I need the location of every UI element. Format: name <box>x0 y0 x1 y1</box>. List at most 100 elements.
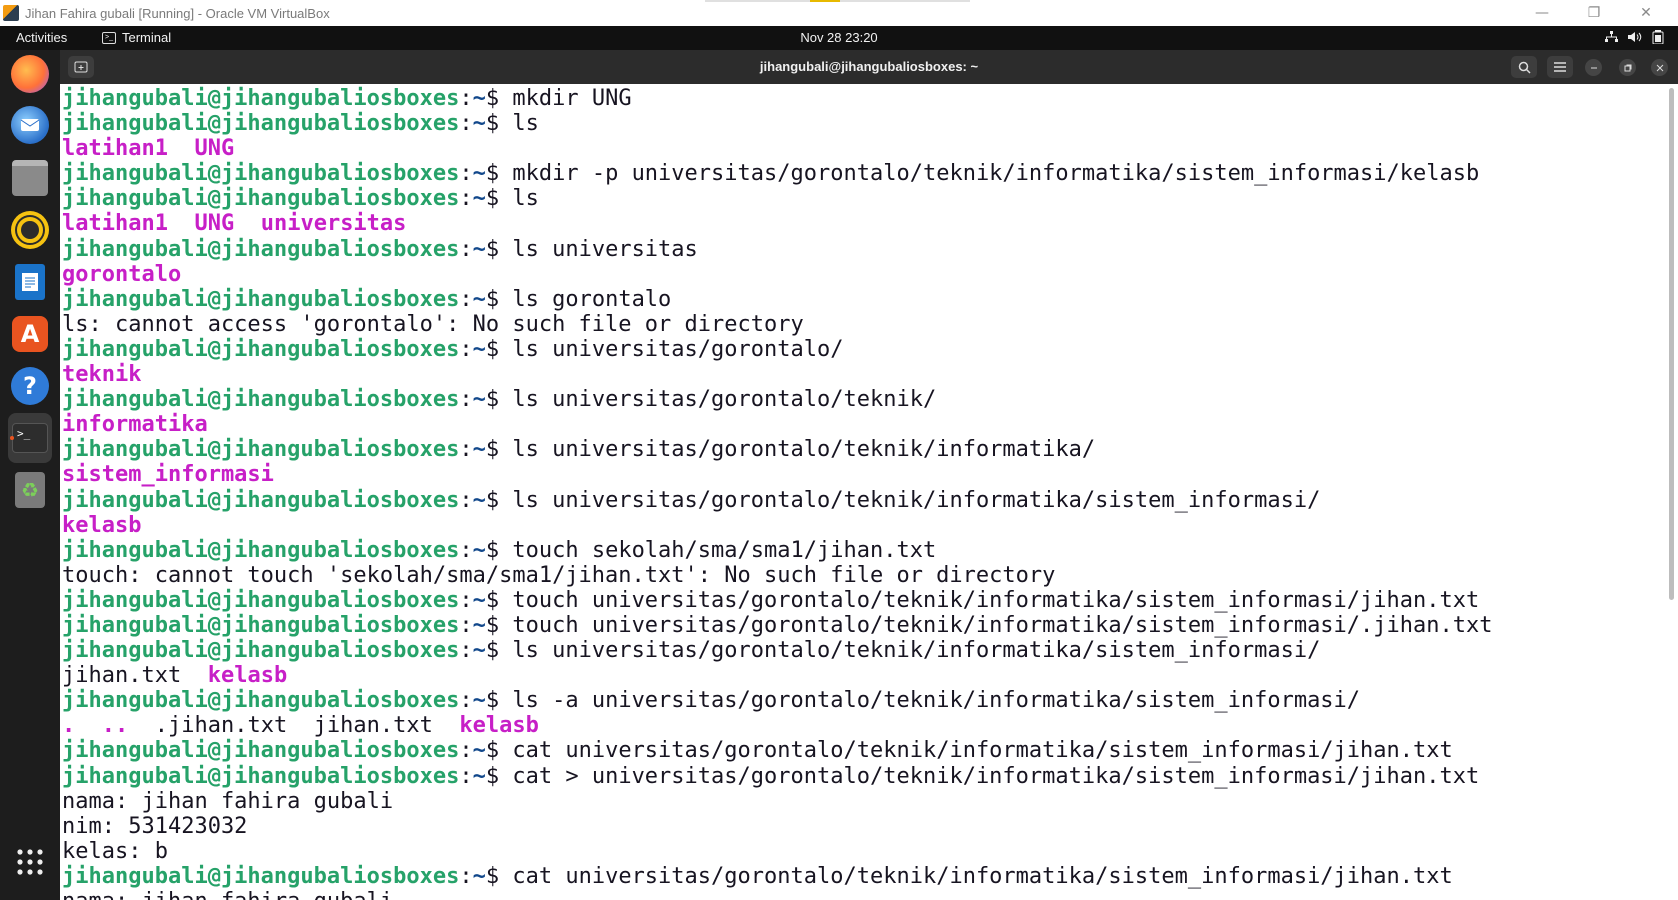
directory-entry: UNG <box>194 211 235 237</box>
directory-entry: informatika <box>62 412 208 438</box>
output-text: nama: jihan fahira gubali <box>62 889 393 900</box>
prompt-symbol: $ <box>485 186 513 212</box>
dock-help[interactable]: ? <box>8 364 52 408</box>
dock-thunderbird[interactable] <box>8 103 52 147</box>
command-text: touch universitas/gorontalo/teknik/infor… <box>512 612 1493 638</box>
dock-firefox[interactable] <box>8 52 52 96</box>
maximize-button[interactable] <box>1619 59 1636 76</box>
prompt-separator: : <box>459 186 473 212</box>
host-drag-indicator <box>705 0 970 2</box>
prompt-user: jihangubali@jihangubaliosboxes <box>62 236 460 262</box>
host-window-title: Jihan Fahira gubali [Running] - Oracle V… <box>25 5 330 21</box>
command-text: ls -a universitas/gorontalo/teknik/infor… <box>512 688 1361 714</box>
prompt-user: jihangubali@jihangubaliosboxes <box>62 111 460 137</box>
host-window-titlebar: Jihan Fahira gubali [Running] - Oracle V… <box>0 0 1678 26</box>
host-minimize-button[interactable]: — <box>1516 0 1568 26</box>
directory-entry: gorontalo <box>62 261 182 287</box>
directory-entry: UNG <box>194 136 235 162</box>
terminal-lines: jihangubali@jihangubaliosboxes:~$ mkdir … <box>62 86 1493 900</box>
output-text: .jihan.txt jihan.txt <box>128 713 460 739</box>
prompt-user: jihangubali@jihangubaliosboxes <box>62 487 460 513</box>
command-line: jihangubali@jihangubaliosboxes:~$ ls uni… <box>62 387 1493 412</box>
running-indicator <box>10 436 14 440</box>
directory-entry: universitas <box>260 211 407 237</box>
directory-entry: . <box>62 713 76 739</box>
app-center-icon: A <box>12 316 48 352</box>
prompt-symbol: $ <box>485 286 513 312</box>
prompt-path: ~ <box>472 86 486 111</box>
prompt-path: ~ <box>472 537 486 563</box>
prompt-separator: : <box>459 437 473 463</box>
terminal-output[interactable]: jihangubali@jihangubaliosboxes:~$ mkdir … <box>60 84 1678 900</box>
dock-files[interactable] <box>8 156 52 200</box>
host-window-controls: — ❐ ✕ <box>1516 0 1672 26</box>
command-text: ls gorontalo <box>512 286 672 312</box>
output-line: teknik <box>62 362 1493 387</box>
network-icon <box>1605 30 1618 46</box>
prompt-user: jihangubali@jihangubaliosboxes <box>62 387 460 413</box>
output-line: sistem_informasi <box>62 462 1493 487</box>
prompt-user: jihangubali@jihangubaliosboxes <box>62 186 460 212</box>
dock-writer[interactable] <box>8 260 52 304</box>
prompt-path: ~ <box>472 336 486 362</box>
output-text: nim: 531423032 <box>62 813 248 839</box>
prompt-path: ~ <box>472 186 486 212</box>
prompt-path: ~ <box>472 437 486 463</box>
minimize-button[interactable] <box>1585 59 1602 76</box>
command-text: ls <box>512 111 539 137</box>
dock-rhythmbox[interactable] <box>8 208 52 252</box>
menu-button[interactable] <box>1547 56 1573 78</box>
prompt-path: ~ <box>472 688 486 714</box>
hamburger-menu-icon <box>1554 62 1566 72</box>
prompt-symbol: $ <box>485 587 513 613</box>
host-restore-button[interactable]: ❐ <box>1568 0 1620 26</box>
dock-trash[interactable]: ♻ <box>8 468 52 512</box>
prompt-separator: : <box>459 537 473 563</box>
prompt-separator: : <box>459 763 473 789</box>
show-apps-button[interactable] <box>8 840 52 884</box>
command-text: mkdir -p universitas/gorontalo/teknik/in… <box>512 161 1480 187</box>
host-close-button[interactable]: ✕ <box>1620 0 1672 26</box>
prompt-symbol: $ <box>485 612 513 638</box>
system-tray[interactable] <box>1605 26 1664 50</box>
command-line: jihangubali@jihangubaliosboxes:~$ ls -a … <box>62 688 1493 713</box>
output-line: nama: jihan fahira gubali <box>62 889 1493 900</box>
dock: A ? >_ ♻ <box>0 50 60 900</box>
prompt-user: jihangubali@jihangubaliosboxes <box>62 688 460 714</box>
prompt-path: ~ <box>472 111 486 137</box>
prompt-symbol: $ <box>485 336 513 362</box>
writer-icon <box>15 264 45 300</box>
minimize-icon <box>1590 67 1597 68</box>
output-line: . .. .jihan.txt jihan.txt kelasb <box>62 713 1493 738</box>
terminal-icon: >_ <box>12 423 48 453</box>
prompt-separator: : <box>459 86 473 111</box>
prompt-separator: : <box>459 111 473 137</box>
prompt-path: ~ <box>472 387 486 413</box>
close-button[interactable] <box>1651 59 1668 76</box>
terminal-scrollbar[interactable] <box>1669 88 1674 600</box>
directory-entry: .. <box>101 713 129 739</box>
prompt-symbol: $ <box>485 763 513 789</box>
command-text: ls universitas/gorontalo/ <box>512 336 844 362</box>
dock-terminal[interactable]: >_ <box>8 413 52 463</box>
prompt-user: jihangubali@jihangubaliosboxes <box>62 286 460 312</box>
prompt-symbol: $ <box>485 863 513 889</box>
prompt-symbol: $ <box>485 437 513 463</box>
prompt-symbol: $ <box>485 537 513 563</box>
command-text: ls universitas/gorontalo/teknik/informat… <box>512 638 1321 664</box>
output-line: kelas: b <box>62 839 1493 864</box>
command-text: ls universitas/gorontalo/teknik/informat… <box>512 487 1321 513</box>
search-button[interactable] <box>1511 56 1537 78</box>
command-line: jihangubali@jihangubaliosboxes:~$ cat > … <box>62 764 1493 789</box>
command-line: jihangubali@jihangubaliosboxes:~$ ls <box>62 186 1493 211</box>
clock[interactable]: Nov 28 23:20 <box>0 26 1678 50</box>
prompt-user: jihangubali@jihangubaliosboxes <box>62 738 460 764</box>
files-icon <box>12 160 48 196</box>
command-line: jihangubali@jihangubaliosboxes:~$ ls uni… <box>62 237 1493 262</box>
help-icon: ? <box>11 367 49 405</box>
command-text: cat > universitas/gorontalo/teknik/infor… <box>512 763 1480 789</box>
dock-app-center[interactable]: A <box>8 312 52 356</box>
prompt-path: ~ <box>472 286 486 312</box>
